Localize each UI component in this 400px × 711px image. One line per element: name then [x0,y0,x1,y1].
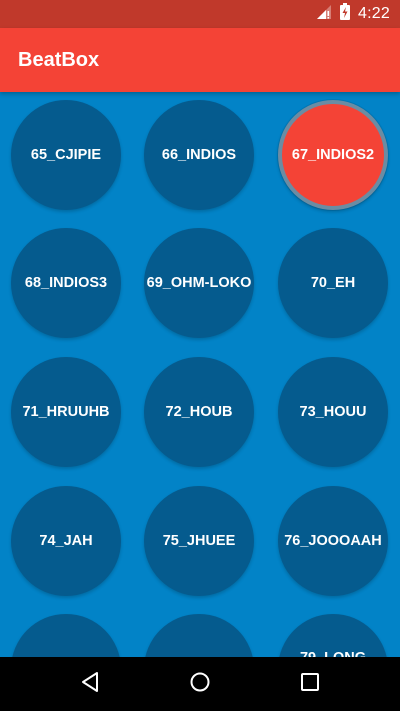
app-title: BeatBox [18,49,100,71]
sound-button-69[interactable]: 69_OHM-LOKO [144,228,254,338]
sound-button-71[interactable]: 71_HRUUHB [11,357,121,467]
sound-button-70[interactable]: 70_EH [278,228,388,338]
sound-button-72[interactable]: 72_HOUB [144,357,254,467]
home-button[interactable] [160,657,240,711]
sound-button-79[interactable]: 79_LONG [278,614,388,657]
status-bar: 4:22 [0,0,400,28]
status-time: 4:22 [358,5,390,22]
signal-icon [316,4,332,25]
recents-button[interactable] [270,657,350,711]
sound-button-74[interactable]: 74_JAH [11,486,121,596]
sound-button-75[interactable]: 75_JHUEE [144,486,254,596]
sound-button-73[interactable]: 73_HOUU [278,357,388,467]
back-icon [80,671,100,698]
sound-button-67-pressed[interactable]: 67_INDIOS2 [278,100,388,210]
sound-button-66[interactable]: 66_INDIOS [144,100,254,210]
recents-icon [300,672,320,697]
back-button[interactable] [50,657,130,711]
home-icon [189,671,211,698]
sound-button-65[interactable]: 65_CJIPIE [11,100,121,210]
navigation-bar [0,657,400,711]
sound-button-77[interactable] [11,614,121,657]
sound-grid[interactable]: 65_CJIPIE 66_INDIOS 67_INDIOS2 68_INDIOS… [0,92,400,657]
battery-charging-icon [340,3,351,25]
app-bar: BeatBox [0,28,400,92]
sound-button-76[interactable]: 76_JOOOAAH [278,486,388,596]
status-icons: 4:22 [316,0,390,28]
sound-button-68[interactable]: 68_INDIOS3 [11,228,121,338]
sound-button-78[interactable] [144,614,254,657]
